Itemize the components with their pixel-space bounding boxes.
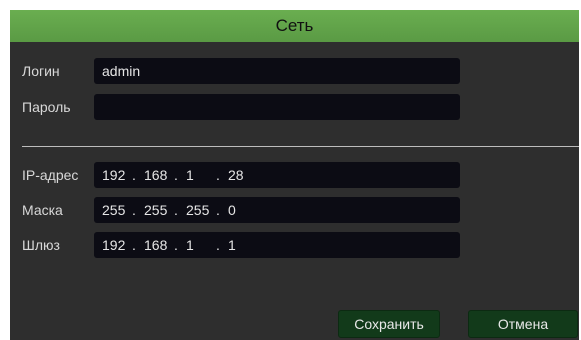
- gateway-octet-2[interactable]: 168: [144, 232, 174, 258]
- mask-octet-4[interactable]: 0: [228, 197, 258, 223]
- mask-octet-1[interactable]: 255: [102, 197, 132, 223]
- save-button[interactable]: Сохранить: [338, 310, 440, 338]
- ip-address-label: IP-адрес: [22, 167, 79, 183]
- mask-octet-2[interactable]: 255: [144, 197, 174, 223]
- ip-octet-3[interactable]: 1: [186, 162, 216, 188]
- cancel-button[interactable]: Отмена: [468, 310, 578, 338]
- octet-separator: .: [174, 237, 178, 253]
- dialog-title: Сеть: [10, 10, 579, 42]
- gateway-octet-1[interactable]: 192: [102, 232, 132, 258]
- password-label: Пароль: [22, 99, 71, 115]
- ip-octet-4[interactable]: 28: [228, 162, 258, 188]
- ip-octet-2[interactable]: 168: [144, 162, 174, 188]
- gateway-field[interactable]: 192. 168. 1. 1: [94, 232, 460, 258]
- gateway-octet-3[interactable]: 1: [186, 232, 216, 258]
- gateway-label: Шлюз: [22, 237, 60, 253]
- octet-separator: .: [174, 202, 178, 218]
- octet-separator: .: [174, 167, 178, 183]
- login-field[interactable]: admin: [94, 58, 460, 84]
- octet-separator: .: [216, 237, 220, 253]
- subnet-mask-field[interactable]: 255. 255. 255. 0: [94, 197, 460, 223]
- octet-separator: .: [132, 202, 136, 218]
- section-divider: [22, 146, 579, 147]
- mask-octet-3[interactable]: 255: [186, 197, 216, 223]
- ip-address-field[interactable]: 192. 168. 1. 28: [94, 162, 460, 188]
- login-label: Логин: [22, 63, 60, 79]
- octet-separator: .: [216, 167, 220, 183]
- octet-separator: .: [132, 237, 136, 253]
- ip-octet-1[interactable]: 192: [102, 162, 132, 188]
- gateway-octet-4[interactable]: 1: [228, 232, 258, 258]
- octet-separator: .: [132, 167, 136, 183]
- network-dialog: Сеть Логин admin Пароль IP-адрес 192. 16…: [10, 10, 579, 340]
- octet-separator: .: [216, 202, 220, 218]
- subnet-mask-label: Маска: [22, 202, 63, 218]
- password-field[interactable]: [94, 94, 460, 120]
